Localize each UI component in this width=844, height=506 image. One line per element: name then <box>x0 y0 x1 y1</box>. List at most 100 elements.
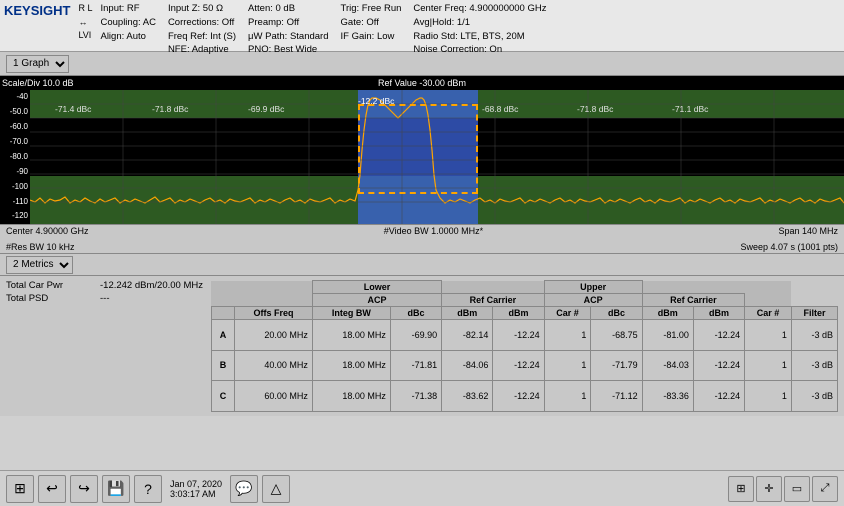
undo-button[interactable]: ↩ <box>38 475 66 503</box>
row-b-label: B <box>211 350 234 381</box>
col-header-row <box>211 307 234 320</box>
metrics-bar: 2 Metrics <box>0 254 844 276</box>
metrics-dropdown[interactable]: 2 Metrics <box>6 256 73 274</box>
table-row: B 40.00 MHz 18.00 MHz -71.81 -84.06 -12.… <box>211 350 837 381</box>
table-header-upper-ref <box>642 281 745 294</box>
grid-icon: ⊞ <box>736 482 745 495</box>
row-a-u-dbm: -81.00 <box>642 320 693 351</box>
header-section-2: Input Z: 50 Ω Corrections: Off Freq Ref:… <box>168 2 236 57</box>
row-b-offs-freq: 40.00 MHz <box>234 350 312 381</box>
table-column-headers: Offs Freq Integ BW dBc dBm dBm Car # dBc… <box>211 307 837 320</box>
row-a-l-dbc: -69.90 <box>390 320 441 351</box>
total-car-pwr-label: Total Car Pwr <box>6 280 96 291</box>
span: Span 140 MHz <box>778 226 838 236</box>
row-b-u-dbc: -71.79 <box>591 350 642 381</box>
row-a-filter: -3 dB <box>791 320 837 351</box>
table-header-filter-empty <box>745 281 792 294</box>
row-b-l-dbc: -71.81 <box>390 350 441 381</box>
acp-label-5: -68.8 dBc <box>482 104 518 114</box>
row-a-l-ref-dbm: -12.24 <box>493 320 544 351</box>
acp-label-7: -71.1 dBc <box>672 104 708 114</box>
taskbar-right: ⊞ ✛ ▭ ⤢ <box>728 476 838 502</box>
col-header-filter: Filter <box>791 307 837 320</box>
chat-icon: 💬 <box>235 480 252 497</box>
expand-icon: ⤢ <box>821 482 830 495</box>
acp-label-3: -69.9 dBc <box>248 104 284 114</box>
res-bw: #Res BW 10 kHz <box>6 242 75 252</box>
row-a-integ-bw: 18.00 MHz <box>312 320 390 351</box>
row-a-l-ref-car: 1 <box>544 320 591 351</box>
row-c-integ-bw: 18.00 MHz <box>312 381 390 412</box>
cursor-button[interactable]: ✛ <box>756 476 782 502</box>
row-c-filter: -3 dB <box>791 381 837 412</box>
row-a-u-ref-car: 1 <box>745 320 792 351</box>
table-subheader-row-empty1 <box>211 294 234 307</box>
col-header-l-ref-dbm: dBm <box>493 307 544 320</box>
row-a-u-ref-dbm: -12.24 <box>693 320 744 351</box>
taskbar: ⊞ ↩ ↪ 💾 ? Jan 07, 2020 3:03:17 AM 💬 △ ⊞ … <box>0 470 844 506</box>
col-header-l-dbm: dBm <box>442 307 493 320</box>
video-bw: #Video BW 1.0000 MHz* <box>384 226 483 236</box>
table-header-empty <box>211 281 312 294</box>
total-psd-value: --- <box>100 293 110 304</box>
row-c-l-dbm: -83.62 <box>442 381 493 412</box>
box-button[interactable]: ▭ <box>784 476 810 502</box>
metrics-row-total-psd: Total PSD --- <box>6 293 203 304</box>
spectrum-footer-row2: #Res BW 10 kHz Sweep 4.07 s (1001 pts) <box>6 242 838 252</box>
col-header-u-dbc: dBc <box>591 307 642 320</box>
row-c-l-dbc: -71.38 <box>390 381 441 412</box>
acp-table: Lower Upper ACP Ref Carrier ACP Ref Carr… <box>211 280 838 412</box>
acp-label-1: -71.4 dBc <box>55 104 91 114</box>
keysight-logo: KEYSIGHT <box>4 2 70 17</box>
table-subheader-lower-ref: Ref Carrier <box>442 294 545 307</box>
col-header-u-ref-dbm: dBm <box>693 307 744 320</box>
help-button[interactable]: ? <box>134 475 162 503</box>
ref-label: Ref Value -30.00 dBm <box>378 78 466 88</box>
orange-selection-rect <box>358 104 478 194</box>
save-icon: 💾 <box>107 480 124 497</box>
row-b-filter: -3 dB <box>791 350 837 381</box>
expand-button[interactable]: ⤢ <box>812 476 838 502</box>
acp-label-2: -71.8 dBc <box>152 104 188 114</box>
row-a-label: A <box>211 320 234 351</box>
triangle-icon: △ <box>271 480 282 497</box>
col-header-u-dbm: dBm <box>642 307 693 320</box>
scale-label: Scale/Div 10.0 dB <box>2 78 74 88</box>
row-b-u-ref-car: 1 <box>745 350 792 381</box>
arrow-icon: ↔ <box>78 16 92 30</box>
redo-icon: ↪ <box>78 480 90 497</box>
y-axis: -40 -50.0 -60.0 -70.0 -80.0 -90 -100 -11… <box>0 90 30 224</box>
row-c-offs-freq: 60.00 MHz <box>234 381 312 412</box>
table-subheader-upper-acp: ACP <box>544 294 642 307</box>
help-icon: ? <box>144 481 152 497</box>
graph-dropdown[interactable]: 1 Graph <box>6 55 69 73</box>
undo-icon: ↩ <box>46 480 58 497</box>
metrics-content: Total Car Pwr -12.242 dBm/20.00 MHz Tota… <box>0 276 844 416</box>
row-a-l-dbm: -82.14 <box>442 320 493 351</box>
grid-button[interactable]: ⊞ <box>728 476 754 502</box>
table-header-lower: Lower <box>312 281 441 294</box>
row-b-l-ref-car: 1 <box>544 350 591 381</box>
triangle-button[interactable]: △ <box>262 475 290 503</box>
rl-label: R L <box>78 2 92 16</box>
redo-button[interactable]: ↪ <box>70 475 98 503</box>
row-b-integ-bw: 18.00 MHz <box>312 350 390 381</box>
spectrum-footer-row1: Center 4.90000 GHz #Video BW 1.0000 MHz*… <box>6 226 838 236</box>
header-section-5: Center Freq: 4.900000000 GHz Avg|Hold: 1… <box>413 2 546 57</box>
windows-button[interactable]: ⊞ <box>6 475 34 503</box>
row-b-l-ref-dbm: -12.24 <box>493 350 544 381</box>
table-subheader-row-empty2 <box>234 294 312 307</box>
center-freq: Center 4.90000 GHz <box>6 226 89 236</box>
save-button[interactable]: 💾 <box>102 475 130 503</box>
metrics-left: Total Car Pwr -12.242 dBm/20.00 MHz Tota… <box>6 280 203 412</box>
box-icon: ▭ <box>792 482 802 495</box>
lvi-label: LVI <box>78 29 92 43</box>
total-car-pwr-value: -12.242 dBm/20.00 MHz <box>100 280 203 291</box>
header-section-1: Input: RF Coupling: AC Align: Auto <box>100 2 155 43</box>
row-b-u-ref-dbm: -12.24 <box>693 350 744 381</box>
windows-icon: ⊞ <box>14 480 26 497</box>
row-c-u-dbc: -71.12 <box>591 381 642 412</box>
total-psd-label: Total PSD <box>6 293 96 304</box>
chat-button[interactable]: 💬 <box>230 475 258 503</box>
table-row: A 20.00 MHz 18.00 MHz -69.90 -82.14 -12.… <box>211 320 837 351</box>
